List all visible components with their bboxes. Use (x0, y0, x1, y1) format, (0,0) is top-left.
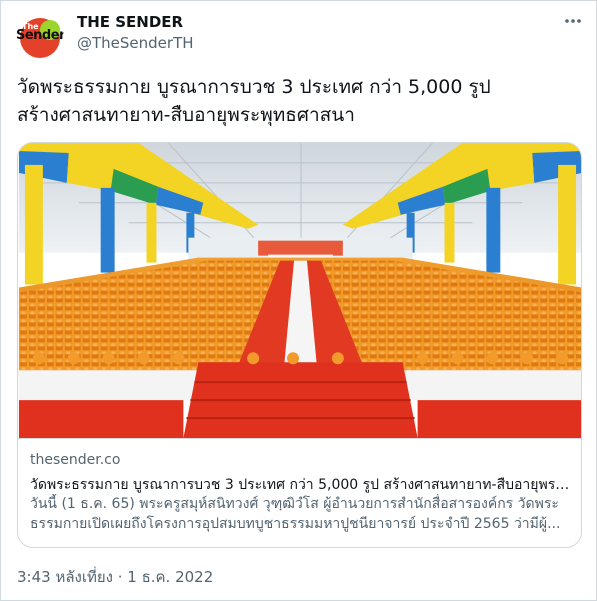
card-image[interactable] (18, 143, 582, 439)
card-description: วันนี้ (1 ธ.ค. 65) พระครูสมุห์สนิทวงศ์ ว… (30, 494, 570, 534)
link-card[interactable]: thesender.co วัดพระธรรมกาย บูรณาการบวช 3… (17, 142, 582, 548)
avatar[interactable]: The Sender (16, 14, 64, 62)
timestamp[interactable]: 3:43 หลังเที่ยง · 1 ธ.ค. 2022 (17, 565, 213, 589)
tweet[interactable]: The Sender THE SENDER @TheSenderTH วัดพร… (0, 0, 597, 601)
tweet-text-line2: สร้างศาสนทายาท-สืบอายุพระพุทธศาสนา (17, 104, 355, 126)
card-description-line2: ธรรมกายเปิดเผยถึงโครงการอุปสมบทบูชาธรรมม… (30, 516, 561, 532)
author-name[interactable]: THE SENDER (77, 13, 183, 31)
tweet-text-line1: วัดพระธรรมกาย บูรณาการบวช 3 ประเทศ กว่า … (17, 76, 491, 98)
card-title: วัดพระธรรมกาย บูรณาการบวช 3 ประเทศ กว่า … (30, 477, 570, 493)
altar (258, 240, 343, 256)
front-carpet-left (18, 400, 184, 438)
card-domain: thesender.co (30, 452, 121, 468)
author-handle[interactable]: @TheSenderTH (77, 34, 194, 52)
front-platform-right (402, 370, 581, 401)
more-icon-svg (565, 19, 581, 23)
front-platform-left (18, 370, 199, 401)
card-description-line1: วันนี้ (1 ธ.ค. 65) พระครูสมุห์สนิทวงศ์ ว… (30, 496, 559, 512)
tweet-text: วัดพระธรรมกาย บูรณาการบวช 3 ประเทศ กว่า … (17, 73, 582, 129)
front-carpet-right (417, 400, 581, 438)
avatar-logo-text: Sender (16, 28, 64, 43)
more-icon[interactable] (561, 11, 585, 35)
